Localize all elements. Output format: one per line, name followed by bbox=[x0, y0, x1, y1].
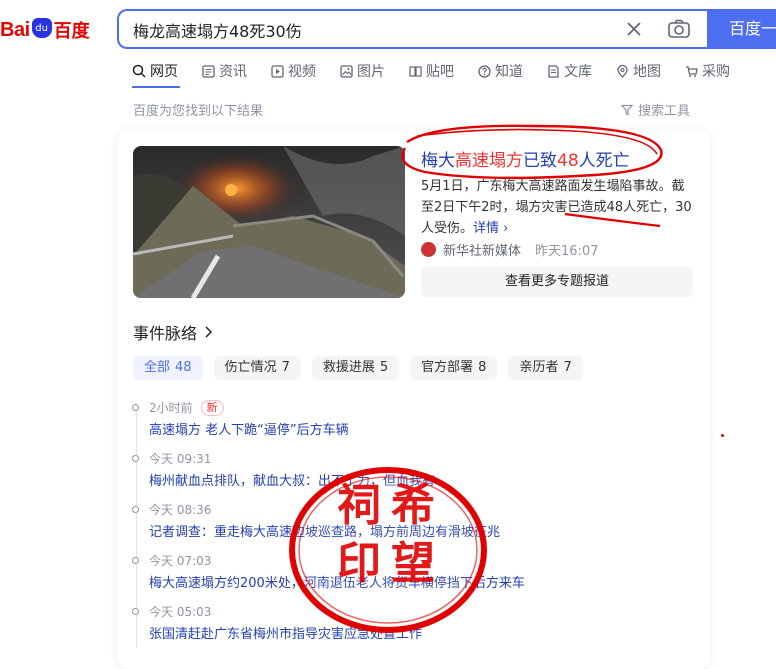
title-highlight: 高速塌方 bbox=[455, 151, 523, 171]
title-part: 已致 bbox=[523, 151, 557, 171]
filter-count: 8 bbox=[478, 360, 487, 375]
search-box bbox=[117, 9, 707, 49]
detail-link[interactable]: 详情 › bbox=[473, 221, 508, 236]
filter-label: 全部 bbox=[144, 360, 171, 375]
source-time: 昨天16:07 bbox=[535, 244, 599, 259]
tab-map[interactable]: 地图 bbox=[616, 60, 661, 82]
tab-label: 文库 bbox=[564, 64, 592, 80]
timeline-time: 今天 08:36 bbox=[149, 503, 212, 517]
source-name[interactable]: 新华社新媒体 bbox=[443, 240, 521, 259]
tab-wenku[interactable]: 文库 bbox=[547, 60, 592, 82]
stamp-line-2: 印望 bbox=[337, 538, 445, 589]
timeline-time: 今天 07:03 bbox=[149, 554, 212, 568]
search-tools-button[interactable]: 搜索工具 bbox=[621, 100, 690, 119]
timeline-time: 今天 05:03 bbox=[149, 605, 212, 619]
stamp-line-1: 祠希 bbox=[337, 480, 445, 531]
camera-icon[interactable] bbox=[666, 16, 692, 42]
tab-image[interactable]: 图片 bbox=[340, 60, 385, 82]
timeline-filters: 全部 48 伤亡情况 7 救援进展 5 官方部署 8 亲历者 7 bbox=[133, 356, 594, 380]
tab-news[interactable]: 资讯 bbox=[202, 60, 247, 82]
timeline-dot bbox=[132, 404, 139, 411]
tab-label: 资讯 bbox=[219, 64, 247, 80]
search-button[interactable]: 百度一下 bbox=[707, 9, 776, 49]
clear-icon[interactable] bbox=[622, 17, 646, 41]
tab-web[interactable]: 网页 bbox=[132, 60, 178, 82]
timeline-time: 今天 09:31 bbox=[149, 452, 212, 466]
filter-label: 伤亡情况 bbox=[224, 360, 277, 375]
tab-label: 图片 bbox=[357, 64, 385, 80]
red-seal-stamp: 祠希 印望 bbox=[288, 465, 488, 635]
logo-text-cn: 百度 bbox=[53, 21, 90, 42]
tab-purchase[interactable]: 采购 bbox=[685, 60, 730, 82]
filter-count: 7 bbox=[281, 360, 290, 375]
tab-video[interactable]: 视频 bbox=[271, 60, 316, 82]
xinhua-logo-icon bbox=[421, 242, 436, 257]
logo-text-latin: Bai bbox=[0, 18, 30, 41]
timeline-title-label: 事件脉络 bbox=[133, 324, 198, 343]
filter-casualties[interactable]: 伤亡情况 7 bbox=[213, 356, 301, 380]
filter-count: 48 bbox=[175, 360, 192, 375]
chevron-right-icon bbox=[205, 326, 213, 338]
tab-tieba[interactable]: 贴吧 bbox=[409, 60, 454, 82]
doc-icon bbox=[548, 64, 559, 78]
timeline-dot bbox=[132, 455, 139, 462]
tab-label: 贴吧 bbox=[426, 64, 454, 80]
new-badge: 新 bbox=[200, 399, 224, 416]
filter-label: 官方部署 bbox=[421, 360, 474, 375]
filter-count: 7 bbox=[563, 360, 572, 375]
timeline-title[interactable]: 事件脉络 bbox=[133, 320, 215, 344]
timeline-link[interactable]: 高速塌方 老人下跪“逼停”后方车辆 bbox=[149, 419, 349, 438]
collapse-scene-image bbox=[133, 146, 405, 298]
cart-icon bbox=[686, 65, 698, 77]
chevron-right-icon: › bbox=[503, 221, 509, 236]
tab-label: 网页 bbox=[150, 64, 178, 80]
result-count: 百度为您找到以下结果 bbox=[133, 104, 264, 119]
paw-icon: du bbox=[31, 18, 52, 38]
search-tools-label: 搜索工具 bbox=[638, 104, 691, 119]
timeline-time: 2小时前新 bbox=[149, 399, 224, 416]
time-label: 2小时前 bbox=[149, 401, 193, 415]
tieba-icon bbox=[409, 65, 422, 77]
title-highlight: 48 bbox=[557, 151, 579, 171]
search-input[interactable] bbox=[131, 11, 615, 49]
filter-icon bbox=[621, 104, 633, 115]
timeline-dot bbox=[132, 506, 139, 513]
title-part: 人死亡 bbox=[578, 151, 630, 171]
filter-witness[interactable]: 亲历者 7 bbox=[508, 356, 583, 380]
tab-label: 地图 bbox=[633, 64, 661, 80]
active-tab-indicator bbox=[132, 86, 180, 88]
more-reports-button[interactable]: 查看更多专题报道 bbox=[421, 267, 693, 297]
filter-label: 亲历者 bbox=[519, 360, 559, 375]
title-part: 梅大 bbox=[421, 151, 455, 171]
baidu-logo[interactable]: Bai du 百度 bbox=[0, 17, 90, 43]
news-summary: 5月1日，广东梅大高速路面发生塌陷事故。截至2日下午2时，塌方灾害已造成48人死… bbox=[421, 176, 693, 239]
news-title[interactable]: 梅大高速塌方已致48人死亡 bbox=[421, 146, 630, 171]
search-icon bbox=[132, 64, 146, 78]
summary-text: 5月1日，广东梅大高速路面发生塌陷事故。截至2日下午2时，塌方灾害已造成48人死… bbox=[421, 179, 692, 236]
search-tabs: 网页 资讯 视频 图片 贴吧 知道 文库 地图 采购 bbox=[132, 60, 754, 82]
tab-zhidao[interactable]: 知道 bbox=[478, 60, 523, 82]
filter-all[interactable]: 全部 48 bbox=[133, 356, 203, 380]
news-source: 新华社新媒体 昨天16:07 bbox=[421, 240, 598, 259]
filter-count: 5 bbox=[379, 360, 389, 375]
filter-rescue[interactable]: 救援进展 5 bbox=[311, 356, 400, 380]
detail-link-label: 详情 bbox=[473, 221, 500, 236]
video-icon bbox=[271, 64, 284, 78]
map-icon bbox=[617, 64, 628, 78]
red-dot-mark bbox=[721, 434, 724, 437]
question-icon bbox=[478, 64, 491, 78]
news-icon bbox=[202, 64, 215, 78]
image-icon bbox=[340, 64, 353, 78]
tab-label: 视频 bbox=[288, 64, 316, 80]
logo-paw-text: du bbox=[35, 23, 48, 34]
news-image[interactable] bbox=[133, 146, 405, 298]
filter-label: 救援进展 bbox=[322, 360, 375, 375]
timeline-dot bbox=[132, 608, 139, 615]
timeline-dot bbox=[132, 557, 139, 564]
filter-official[interactable]: 官方部署 8 bbox=[410, 356, 498, 380]
tab-label: 采购 bbox=[702, 64, 730, 80]
tab-label: 知道 bbox=[495, 64, 523, 80]
